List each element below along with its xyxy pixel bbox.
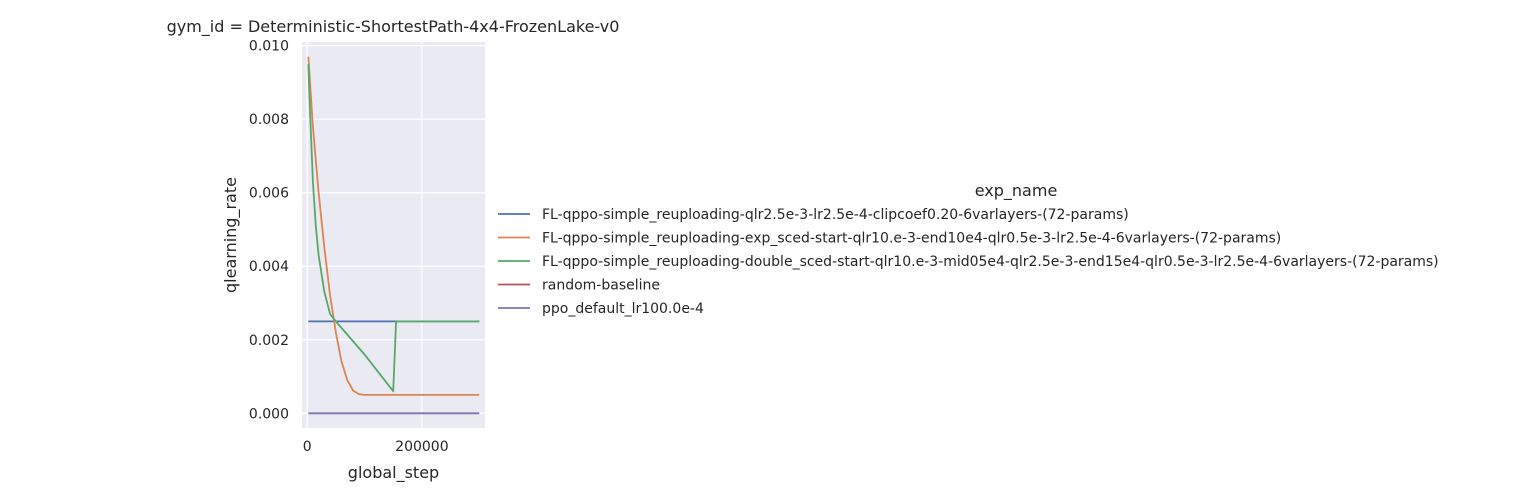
x-tick-label: 200000 [395, 439, 448, 455]
x-tick-labels: 0 200000 [303, 439, 449, 455]
y-tick-label: 0.010 [249, 39, 289, 55]
y-tick-labels: 0.000 0.002 0.004 0.006 0.008 0.010 [249, 39, 289, 423]
legend-label: FL-qppo-simple_reuploading-exp_sced-star… [542, 231, 1281, 247]
legend-label: ppo_default_lr100.0e-4 [542, 301, 704, 317]
legend-title: exp_name [975, 181, 1058, 201]
x-tick-label: 0 [303, 439, 312, 455]
x-axis-label: global_step [348, 463, 439, 483]
y-tick-label: 0.006 [249, 186, 289, 202]
legend-label: random-baseline [542, 278, 660, 294]
chart: gym_id = Deterministic-ShortestPath-4x4-… [167, 17, 1439, 483]
legend-label: FL-qppo-simple_reuploading-qlr2.5e-3-lr2… [542, 207, 1129, 223]
y-tick-label: 0.008 [249, 112, 289, 128]
y-tick-label: 0.004 [249, 259, 289, 275]
chart-title: gym_id = Deterministic-ShortestPath-4x4-… [167, 17, 620, 37]
legend: exp_name FL-qppo-simple_reuploading-qlr2… [498, 181, 1439, 317]
legend-label: FL-qppo-simple_reuploading-double_sced-s… [542, 254, 1439, 270]
y-tick-label: 0.000 [249, 406, 289, 422]
y-tick-label: 0.002 [249, 333, 289, 349]
y-axis-label: qlearning_rate [221, 177, 241, 293]
